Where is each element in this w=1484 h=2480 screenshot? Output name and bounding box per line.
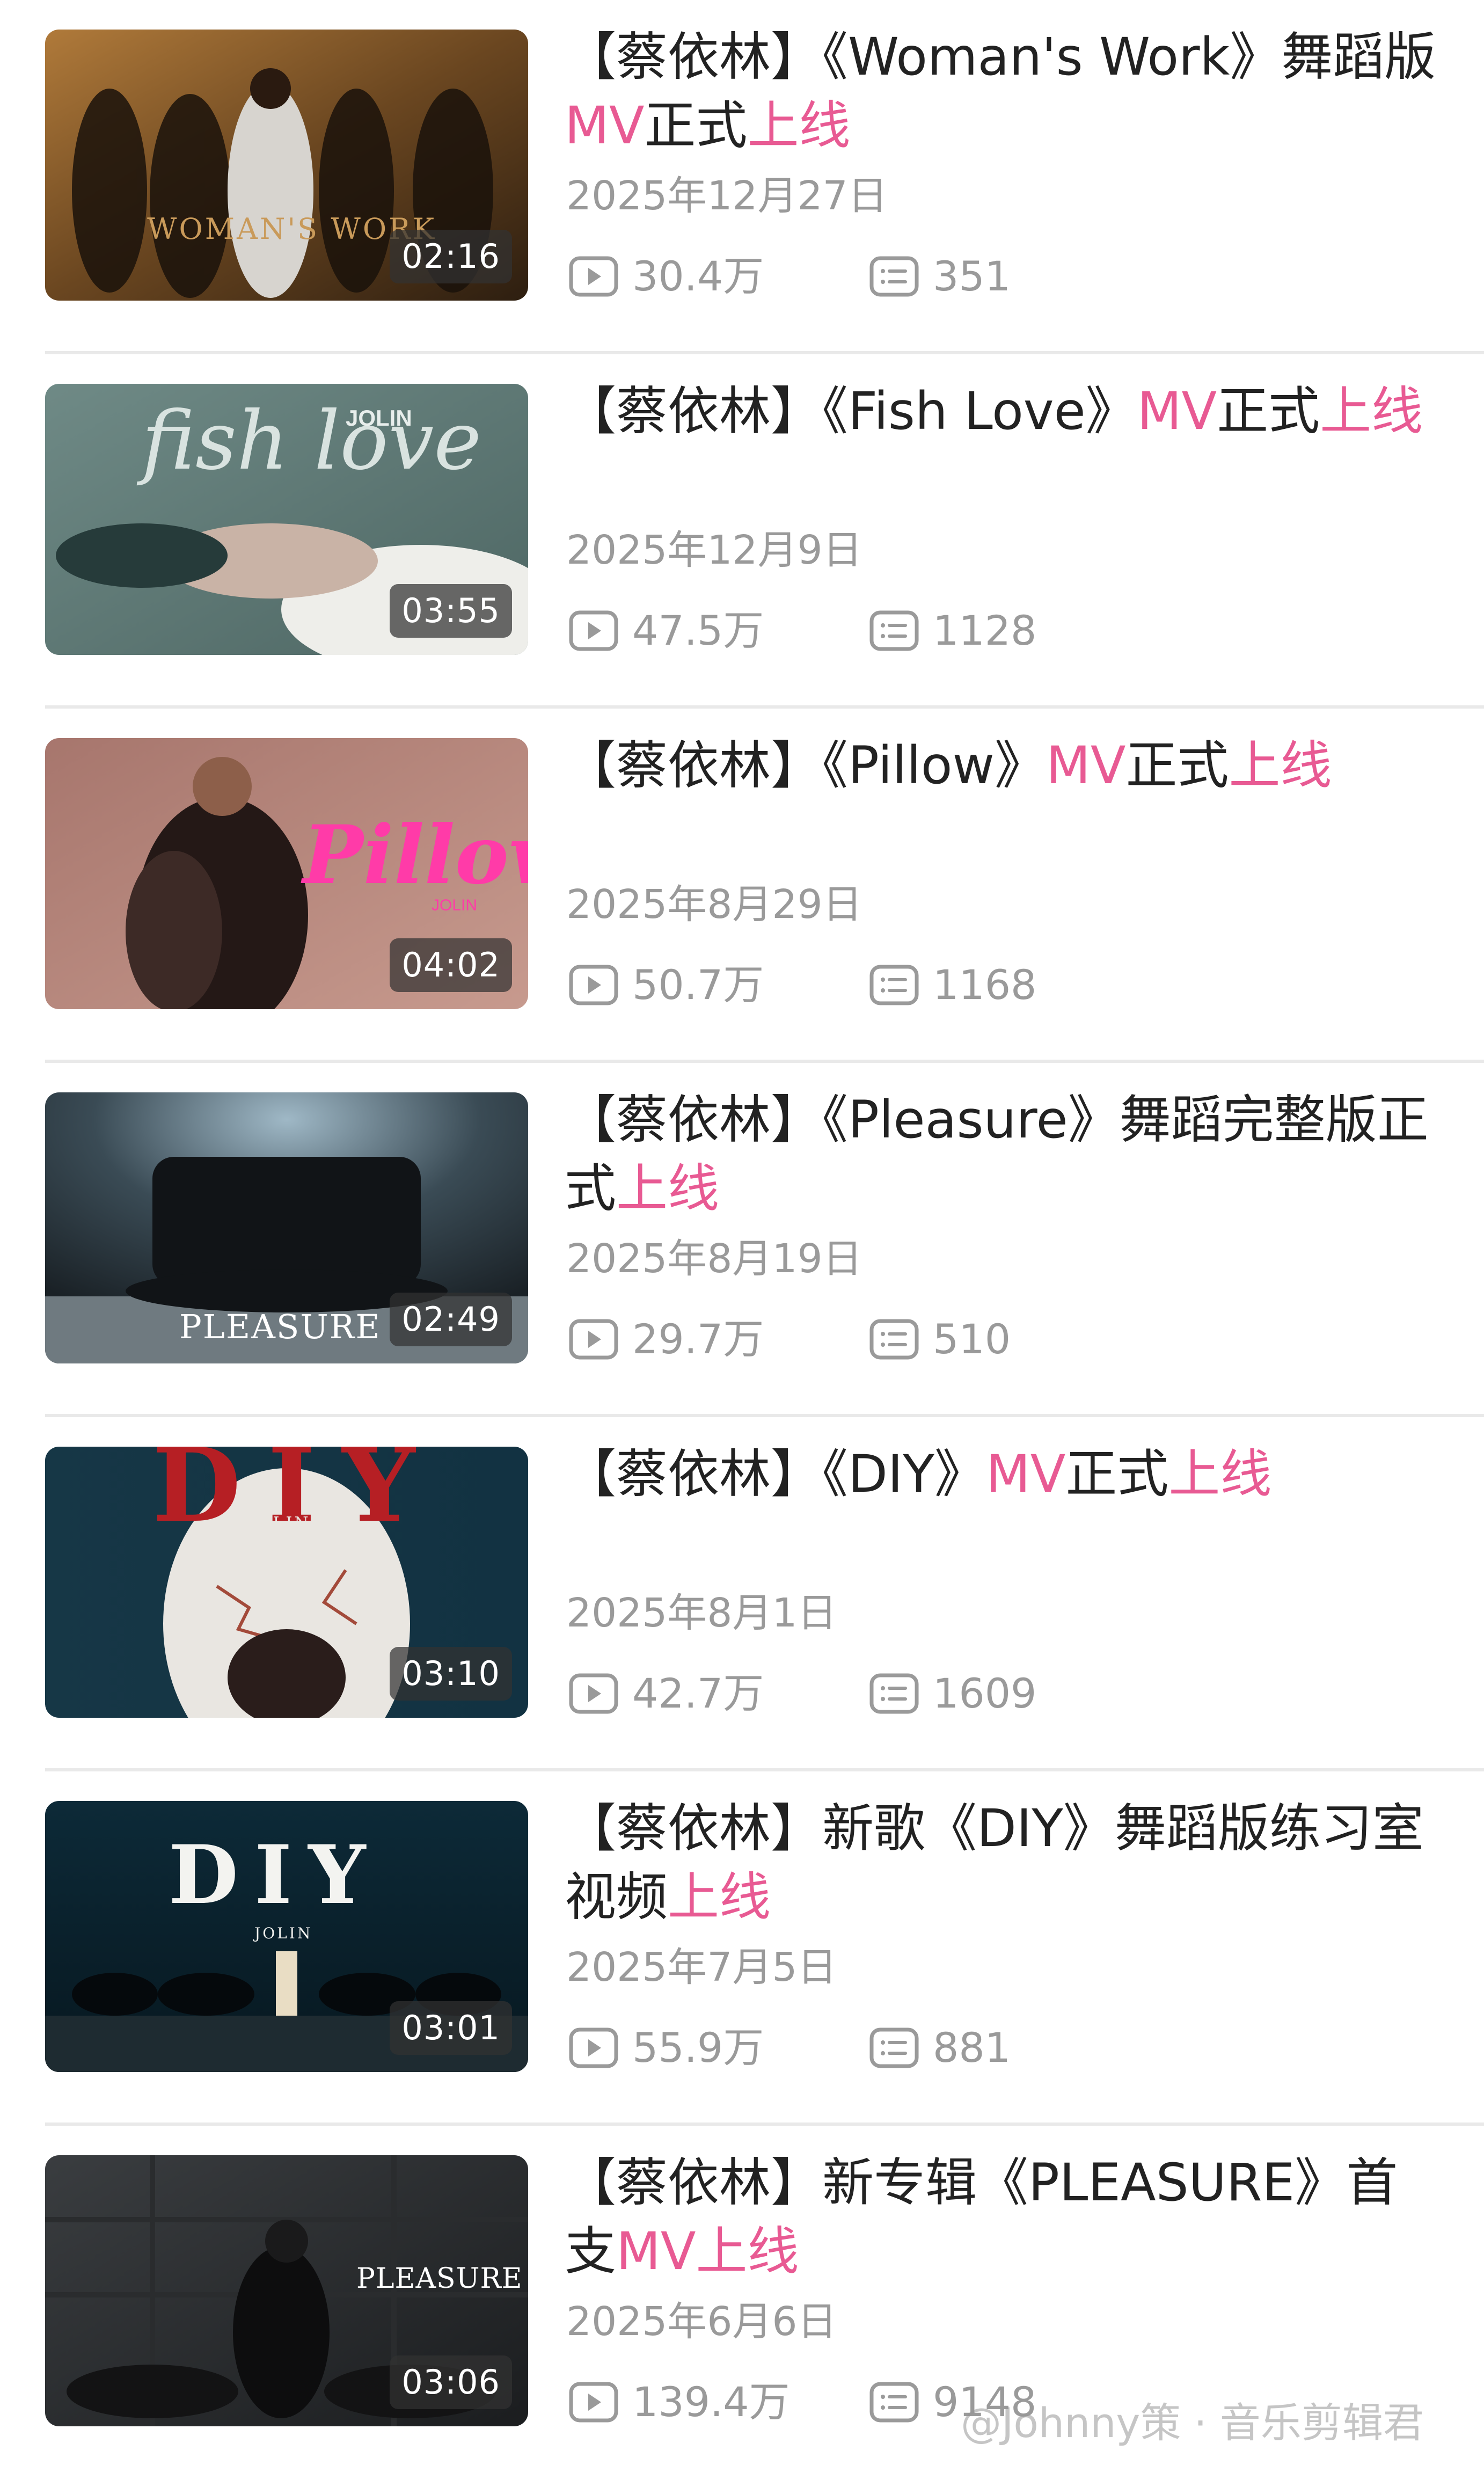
view-count-value: 29.7万 xyxy=(632,1315,764,1363)
publish-date: 2025年12月9日 xyxy=(566,527,862,573)
video-thumbnail[interactable]: PLEASURE 02:49 xyxy=(45,1092,528,1363)
play-icon xyxy=(569,2027,618,2068)
comment-count-value: 1609 xyxy=(933,1669,1037,1717)
publish-date: 2025年8月19日 xyxy=(566,1236,862,1282)
thumbnail-caption: PLEASURE xyxy=(356,2263,523,2295)
play-icon xyxy=(569,1673,618,1714)
thumbnail-caption: DIY xyxy=(169,1828,382,1922)
video-thumbnail[interactable]: DIY JOLIN 03:01 xyxy=(45,1801,528,2072)
duration-badge: 04:02 xyxy=(390,938,512,992)
title-part: 正式 xyxy=(1217,381,1320,441)
video-item[interactable]: DIY JOLIN 03:01 【蔡依林】新歌《DIY》舞蹈版练习室视频上线 2… xyxy=(0,1771,1484,2126)
title-part: 正式 xyxy=(1065,1444,1169,1504)
video-item[interactable]: DIY JOLIN 03:10 【蔡依林】《DIY》MV正式上线 2025年8月… xyxy=(0,1417,1484,1771)
title-part-highlight: 上线 xyxy=(1168,1444,1272,1504)
title-part-highlight: 上线 xyxy=(747,96,851,156)
video-thumbnail[interactable]: fish love JOLIN 03:55 xyxy=(45,384,528,655)
comment-icon xyxy=(869,2382,919,2423)
comment-icon xyxy=(869,610,919,651)
title-part-highlight: MV xyxy=(1137,381,1217,441)
publish-date: 2025年7月5日 xyxy=(566,1944,837,1990)
video-title[interactable]: 【蔡依林】《Pleasure》舞蹈完整版正式上线 xyxy=(565,1085,1439,1223)
video-thumbnail[interactable]: PLEASURE 03:06 xyxy=(45,2155,528,2426)
video-title[interactable]: 【蔡依林】《Pillow》MV正式上线 xyxy=(565,731,1439,800)
duration-badge: 02:16 xyxy=(390,230,512,283)
duration-badge: 03:06 xyxy=(390,2355,512,2409)
title-part: 【蔡依林】《DIY》 xyxy=(565,1444,986,1504)
title-part: 正式 xyxy=(644,96,748,156)
view-count-value: 42.7万 xyxy=(632,1669,764,1717)
play-icon xyxy=(569,2382,618,2423)
view-count-value: 30.4万 xyxy=(632,252,764,300)
title-part: 【蔡依林】《Woman's Work》舞蹈版 xyxy=(565,27,1436,87)
publish-date: 2025年6月6日 xyxy=(566,2299,837,2345)
comment-count-value: 510 xyxy=(933,1315,1011,1363)
thumbnail-subcaption: JOLIN xyxy=(249,1514,311,1533)
duration-badge: 03:10 xyxy=(390,1647,512,1701)
title-part-highlight: 上线 xyxy=(616,1158,719,1219)
thumbnail-caption: Pillow xyxy=(303,808,528,902)
video-title[interactable]: 【蔡依林】《Fish Love》MV正式上线 xyxy=(565,377,1439,446)
title-part-highlight: 上线 xyxy=(1229,735,1332,796)
title-part-highlight: 上线 xyxy=(668,1867,771,1927)
watermark: @Johnny策 · 音乐剪辑君 xyxy=(961,2399,1424,2447)
publish-date: 2025年8月1日 xyxy=(566,1590,837,1636)
video-item[interactable]: PLEASURE 02:49 【蔡依林】《Pleasure》舞蹈完整版正式上线 … xyxy=(0,1063,1484,1417)
play-icon xyxy=(569,610,618,651)
duration-badge: 03:55 xyxy=(390,584,512,638)
thumbnail-subcaption: JOLIN xyxy=(432,896,478,914)
title-part: 【蔡依林】《Fish Love》 xyxy=(565,381,1137,441)
title-part: 【蔡依林】《Pillow》 xyxy=(565,735,1047,796)
view-count-value: 47.5万 xyxy=(632,607,764,654)
title-part: 正式 xyxy=(1125,735,1229,796)
comment-count-value: 881 xyxy=(933,2024,1011,2071)
view-count-value: 139.4万 xyxy=(632,2378,790,2426)
view-count-value: 55.9万 xyxy=(632,2024,764,2071)
comment-icon xyxy=(869,1319,919,1360)
title-part-highlight: 上线 xyxy=(1320,381,1423,441)
video-item[interactable]: WOMAN'S WORK 02:16 【蔡依林】《Woman's Work》舞蹈… xyxy=(0,0,1484,354)
comment-icon xyxy=(869,965,919,1005)
video-title[interactable]: 【蔡依林】新专辑《PLEASURE》首支MV上线 xyxy=(565,2148,1439,2286)
duration-badge: 02:49 xyxy=(390,1293,512,1346)
view-count-value: 50.7万 xyxy=(632,961,764,1009)
comment-icon xyxy=(869,1673,919,1714)
duration-badge: 03:01 xyxy=(390,2001,512,2055)
video-thumbnail[interactable]: WOMAN'S WORK 02:16 xyxy=(45,30,528,301)
publish-date: 2025年8月29日 xyxy=(566,881,862,928)
thumbnail-caption: fish love xyxy=(142,395,482,488)
comment-count-value: 1168 xyxy=(933,961,1037,1009)
video-thumbnail[interactable]: Pillow JOLIN 04:02 xyxy=(45,738,528,1009)
play-icon xyxy=(569,1319,618,1360)
video-title[interactable]: 【蔡依林】新歌《DIY》舞蹈版练习室视频上线 xyxy=(565,1794,1439,1931)
publish-date: 2025年12月27日 xyxy=(566,173,888,219)
title-part-highlight: MV xyxy=(1046,735,1126,796)
video-thumbnail[interactable]: DIY JOLIN 03:10 xyxy=(45,1447,528,1718)
thumbnail-subcaption: JOLIN xyxy=(346,405,412,431)
title-part-highlight: MV xyxy=(616,2221,696,2281)
comment-count-value: 351 xyxy=(933,252,1011,300)
play-icon xyxy=(569,965,618,1005)
title-part-highlight: 上线 xyxy=(696,2221,799,2281)
video-list: WOMAN'S WORK 02:16 【蔡依林】《Woman's Work》舞蹈… xyxy=(0,0,1484,2461)
thumbnail-caption: PLEASURE xyxy=(179,1307,381,1346)
video-title[interactable]: 【蔡依林】《Woman's Work》舞蹈版 MV正式上线 xyxy=(565,23,1439,160)
video-item[interactable]: Pillow JOLIN 04:02 【蔡依林】《Pillow》MV正式上线 2… xyxy=(0,709,1484,1063)
play-icon xyxy=(569,256,618,297)
comment-icon xyxy=(869,256,919,297)
thumbnail-subcaption: JOLIN xyxy=(254,1924,313,1942)
comment-icon xyxy=(869,2027,919,2068)
title-part-highlight: MV xyxy=(565,96,645,156)
video-item[interactable]: fish love JOLIN 03:55 【蔡依林】《Fish Love》MV… xyxy=(0,354,1484,709)
video-title[interactable]: 【蔡依林】《DIY》MV正式上线 xyxy=(565,1440,1439,1508)
title-part-highlight: MV xyxy=(985,1444,1066,1504)
comment-count-value: 1128 xyxy=(933,607,1037,654)
